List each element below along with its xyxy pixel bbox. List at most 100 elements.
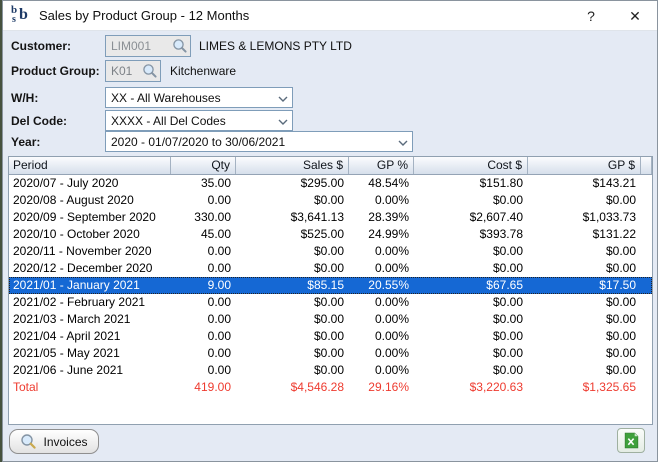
cell-gp_pct: 0.00% <box>349 311 414 328</box>
warehouse-select[interactable]: XX - All Warehouses <box>105 87 293 108</box>
product-group-lookup-icon[interactable] <box>142 63 158 79</box>
cell-cost: $0.00 <box>414 294 528 311</box>
cell-period: 2021/03 - March 2021 <box>9 311 171 328</box>
cell-gp_pct: 48.54% <box>349 175 414 192</box>
cell-sales: $0.00 <box>236 311 349 328</box>
column-header-cost[interactable]: Cost $ <box>414 157 528 174</box>
product-group-label: Product Group: <box>11 64 100 78</box>
cell-gp_pct: 0.00% <box>349 260 414 277</box>
column-header-period[interactable]: Period <box>9 157 171 174</box>
cell-gp_pct: 0.00% <box>349 192 414 209</box>
product-group-name-text: Kitchenware <box>170 64 236 78</box>
cell-gp: $0.00 <box>528 192 641 209</box>
cell-sales: $0.00 <box>236 362 349 379</box>
help-button[interactable]: ? <box>569 1 613 31</box>
search-icon <box>20 433 37 450</box>
cell-qty: 45.00 <box>171 226 236 243</box>
cell-qty: 35.00 <box>171 175 236 192</box>
cell-period: 2020/08 - August 2020 <box>9 192 171 209</box>
table-row[interactable]: 2021/03 - March 20210.00$0.000.00%$0.00$… <box>9 311 652 328</box>
table-row[interactable]: 2020/07 - July 202035.00$295.0048.54%$15… <box>9 175 652 192</box>
cell-period: Total <box>9 379 171 396</box>
cell-gp_pct: 0.00% <box>349 294 414 311</box>
cell-cost: $3,220.63 <box>414 379 528 396</box>
cell-gp_pct: 28.39% <box>349 209 414 226</box>
table-row[interactable]: 2020/11 - November 20200.00$0.000.00%$0.… <box>9 243 652 260</box>
table-row[interactable]: 2021/06 - June 20210.00$0.000.00%$0.00$0… <box>9 362 652 379</box>
year-selected-value: 2020 - 01/07/2020 to 30/06/2021 <box>106 135 394 149</box>
warehouse-selected-value: XX - All Warehouses <box>106 91 274 105</box>
cell-sales: $0.00 <box>236 243 349 260</box>
cell-sales: $0.00 <box>236 294 349 311</box>
cell-qty: 0.00 <box>171 311 236 328</box>
cell-period: 2020/12 - December 2020 <box>9 260 171 277</box>
export-excel-button[interactable] <box>617 428 645 453</box>
cell-cost: $0.00 <box>414 260 528 277</box>
window-title: Sales by Product Group - 12 Months <box>39 8 569 23</box>
cell-cost: $0.00 <box>414 362 528 379</box>
cell-sales: $0.00 <box>236 345 349 362</box>
cell-gp: $1,033.73 <box>528 209 641 226</box>
cell-sales: $85.15 <box>236 277 349 294</box>
excel-export-icon <box>623 432 640 449</box>
customer-lookup-icon[interactable] <box>172 38 188 54</box>
cell-sales: $0.00 <box>236 192 349 209</box>
cell-period: 2021/06 - June 2021 <box>9 362 171 379</box>
year-label: Year: <box>11 135 40 149</box>
cell-qty: 0.00 <box>171 345 236 362</box>
cell-cost: $0.00 <box>414 192 528 209</box>
product-group-code-input[interactable]: K01 <box>105 60 161 82</box>
cell-gp: $17.50 <box>528 277 641 294</box>
table-row[interactable]: 2021/05 - May 20210.00$0.000.00%$0.00$0.… <box>9 345 652 362</box>
table-total-row[interactable]: Total419.00$4,546.2829.16%$3,220.63$1,32… <box>9 379 652 396</box>
cell-gp: $143.21 <box>528 175 641 192</box>
column-header-sales[interactable]: Sales $ <box>236 157 349 174</box>
cell-gp_pct: 29.16% <box>349 379 414 396</box>
cell-period: 2021/02 - February 2021 <box>9 294 171 311</box>
cell-gp_pct: 24.99% <box>349 226 414 243</box>
cell-gp_pct: 0.00% <box>349 243 414 260</box>
app-logo-icon: b s b <box>9 4 33 28</box>
column-header-filler <box>641 157 652 174</box>
cell-sales: $4,546.28 <box>236 379 349 396</box>
invoices-button[interactable]: Invoices <box>9 429 99 454</box>
column-header-qty[interactable]: Qty <box>171 157 236 174</box>
column-header-gp[interactable]: GP $ <box>528 157 641 174</box>
dialog-body: Customer: LIM001 LIMES & LEMONS PTY LTD … <box>3 31 657 461</box>
cell-qty: 330.00 <box>171 209 236 226</box>
cell-gp: $0.00 <box>528 328 641 345</box>
cell-period: 2020/07 - July 2020 <box>9 175 171 192</box>
cell-qty: 0.00 <box>171 243 236 260</box>
table-row[interactable]: 2020/09 - September 2020330.00$3,641.132… <box>9 209 652 226</box>
cell-gp: $0.00 <box>528 243 641 260</box>
customer-label: Customer: <box>11 39 71 53</box>
title-bar: b s b Sales by Product Group - 12 Months… <box>3 1 657 31</box>
table-row[interactable]: 2021/02 - February 20210.00$0.000.00%$0.… <box>9 294 652 311</box>
cell-sales: $295.00 <box>236 175 349 192</box>
customer-code-input[interactable]: LIM001 <box>105 35 191 57</box>
close-button[interactable]: ✕ <box>613 1 657 31</box>
cell-gp: $131.22 <box>528 226 641 243</box>
table-row[interactable]: 2021/04 - April 20210.00$0.000.00%$0.00$… <box>9 328 652 345</box>
del-code-select[interactable]: XXXX - All Del Codes <box>105 110 293 131</box>
cell-cost: $393.78 <box>414 226 528 243</box>
year-select[interactable]: 2020 - 01/07/2020 to 30/06/2021 <box>105 131 413 152</box>
cell-sales: $525.00 <box>236 226 349 243</box>
column-header-gp_pct[interactable]: GP % <box>349 157 414 174</box>
cell-qty: 0.00 <box>171 192 236 209</box>
table-row[interactable]: 2020/12 - December 20200.00$0.000.00%$0.… <box>9 260 652 277</box>
table-row[interactable]: 2020/08 - August 20200.00$0.000.00%$0.00… <box>9 192 652 209</box>
cell-cost: $0.00 <box>414 311 528 328</box>
cell-gp: $0.00 <box>528 311 641 328</box>
cell-gp: $0.00 <box>528 260 641 277</box>
cell-period: 2020/09 - September 2020 <box>9 209 171 226</box>
customer-name-text: LIMES & LEMONS PTY LTD <box>199 39 352 53</box>
table-row[interactable]: 2020/10 - October 202045.00$525.0024.99%… <box>9 226 652 243</box>
cell-gp_pct: 0.00% <box>349 345 414 362</box>
cell-cost: $0.00 <box>414 328 528 345</box>
del-code-selected-value: XXXX - All Del Codes <box>106 114 274 128</box>
sales-by-product-group-dialog: b s b Sales by Product Group - 12 Months… <box>2 0 658 462</box>
cell-gp_pct: 0.00% <box>349 328 414 345</box>
table-row[interactable]: 2021/01 - January 20219.00$85.1520.55%$6… <box>9 277 652 294</box>
cell-period: 2021/04 - April 2021 <box>9 328 171 345</box>
